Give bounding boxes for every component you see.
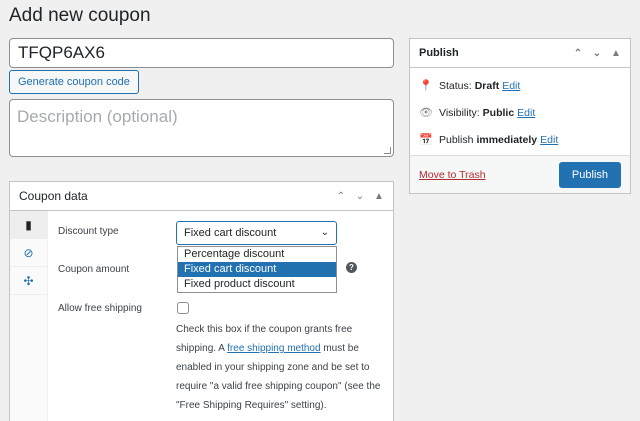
move-to-trash-link[interactable]: Move to Trash	[419, 169, 559, 181]
free-shipping-method-link[interactable]: free shipping method	[227, 343, 320, 354]
coupon-amount-label: Coupon amount	[58, 264, 130, 275]
status-value: Draft	[474, 79, 500, 92]
visibility-value: Public	[482, 106, 515, 119]
discount-type-select[interactable]: Fixed cart discount ⌄	[176, 221, 337, 245]
chevron-down-icon[interactable]: ⌄	[355, 191, 365, 202]
dropdown-option[interactable]: Fixed product discount	[178, 277, 336, 292]
ticket-icon: ▮	[25, 217, 32, 232]
edit-status-link[interactable]: Edit	[502, 80, 520, 92]
tab-usage-limits[interactable]: ✣	[10, 267, 47, 295]
tab-general[interactable]: ▮	[10, 211, 47, 239]
publish-panel-footer: Move to Trash Publish	[410, 155, 630, 193]
chevron-down-icon[interactable]: ⌄	[592, 48, 602, 59]
visibility-row: 👁 Visibility: Public Edit	[410, 99, 630, 126]
discount-type-value: Fixed cart discount	[184, 227, 277, 239]
publish-panel: Publish ⌃ ⌄ ▲ 📍 Status: Draft Edit 👁 Vis…	[409, 38, 631, 194]
dropdown-option[interactable]: Percentage discount	[178, 247, 336, 262]
dropdown-option-selected[interactable]: Fixed cart discount	[178, 262, 336, 277]
toggle-arrow-icon[interactable]: ▲	[374, 191, 384, 202]
eye-icon: 👁	[419, 107, 433, 119]
coupon-code-input[interactable]	[9, 38, 394, 68]
coupon-data-header: Coupon data ⌃ ⌄ ▲	[10, 182, 393, 211]
help-icon[interactable]: ?	[346, 262, 357, 273]
status-row: 📍 Status: Draft Edit	[410, 72, 630, 99]
pin-icon: 📍	[419, 80, 433, 92]
tab-usage-restriction[interactable]: ⊘	[10, 239, 47, 267]
generate-coupon-code-button[interactable]: Generate coupon code	[9, 70, 139, 94]
limits-icon: ✣	[23, 273, 34, 288]
visibility-label: Visibility:	[439, 106, 480, 119]
free-shipping-label: Allow free shipping	[58, 303, 142, 314]
coupon-data-tabs: ▮ ⊘ ✣	[10, 211, 48, 421]
coupon-data-title: Coupon data	[19, 189, 88, 203]
description-placeholder: Description (optional)	[17, 107, 178, 126]
status-label: Status:	[439, 79, 472, 92]
publish-panel-header: Publish ⌃ ⌄ ▲	[410, 39, 630, 68]
calendar-icon: 📅	[419, 134, 433, 146]
chevron-down-icon: ⌄	[320, 227, 329, 238]
resize-grip-icon[interactable]	[384, 147, 391, 154]
discount-type-label: Discount type	[58, 226, 119, 237]
publish-button[interactable]: Publish	[558, 161, 621, 188]
discount-type-dropdown: Percentage discount Fixed cart discount …	[177, 246, 337, 293]
chevron-up-icon[interactable]: ⌃	[336, 191, 346, 202]
edit-publish-time-link[interactable]: Edit	[540, 134, 558, 146]
publish-panel-title: Publish	[419, 47, 459, 59]
restriction-icon: ⊘	[23, 245, 34, 260]
toggle-arrow-icon[interactable]: ▲	[611, 48, 621, 59]
free-shipping-description: Check this box if the coupon grants free…	[176, 320, 386, 415]
page-title: Add new coupon	[9, 5, 151, 26]
description-textarea[interactable]: Description (optional)	[9, 99, 394, 157]
publish-time-row: 📅 Publish immediately Edit	[410, 126, 630, 153]
free-shipping-checkbox[interactable]	[177, 302, 189, 314]
publish-time-label: Publish	[439, 133, 474, 146]
edit-visibility-link[interactable]: Edit	[517, 107, 535, 119]
publish-time-value: immediately	[476, 133, 538, 146]
chevron-up-icon[interactable]: ⌃	[573, 48, 583, 59]
